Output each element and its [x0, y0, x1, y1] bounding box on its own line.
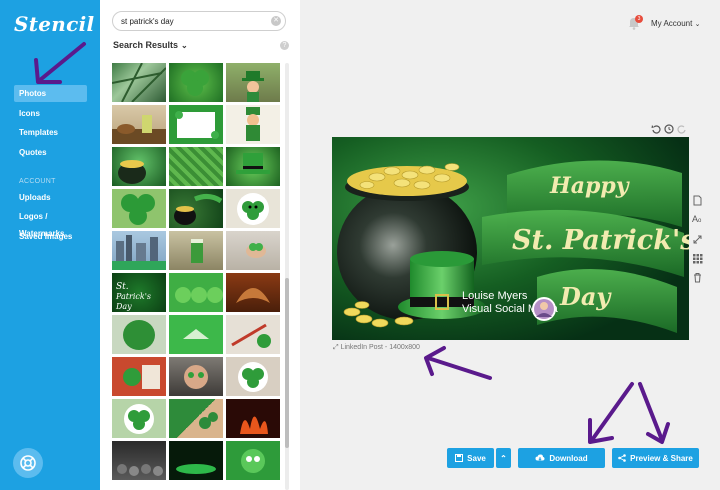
- cloud-download-icon: [535, 454, 545, 461]
- text-icon[interactable]: Ao: [692, 214, 703, 225]
- clear-search-icon[interactable]: ✕: [271, 16, 281, 26]
- share-icon: [618, 454, 626, 462]
- thumbnail[interactable]: [169, 273, 223, 312]
- sidebar: Stencil Photos Icons Templates Quotes AC…: [0, 0, 100, 490]
- thumbnail[interactable]: [112, 357, 166, 396]
- svg-text:Day: Day: [115, 302, 132, 311]
- thumbnail[interactable]: [169, 105, 223, 144]
- thumbnail[interactable]: [226, 273, 280, 312]
- thumbnail[interactable]: [226, 147, 280, 186]
- save-button[interactable]: Save: [447, 448, 494, 468]
- download-label: Download: [549, 453, 588, 463]
- sidebar-item-saved-images[interactable]: Saved Images: [14, 228, 87, 245]
- thumbnail[interactable]: [112, 63, 166, 102]
- scrollbar-thumb[interactable]: [285, 278, 289, 448]
- chevron-up-icon: ⌃: [500, 453, 507, 463]
- trash-icon[interactable]: [692, 272, 703, 283]
- thumbnail[interactable]: [112, 105, 166, 144]
- lifebuoy-icon: [20, 455, 36, 471]
- annotation-arrow-download: [590, 382, 634, 442]
- my-account-menu[interactable]: My Account ⌄: [651, 19, 700, 28]
- undo-icon[interactable]: [651, 124, 661, 134]
- floppy-disk-icon: [455, 454, 464, 462]
- thumbnail[interactable]: [226, 189, 280, 228]
- annotation-arrow-size: [426, 356, 492, 380]
- sidebar-item-logos[interactable]: Logos / Watermarks: [14, 208, 87, 238]
- redo-icon[interactable]: [677, 124, 687, 134]
- notification-badge: 3: [635, 15, 643, 23]
- canvas-size-label[interactable]: ⤢ LinkedIn Post - 1400x800: [333, 344, 420, 352]
- sidebar-item-quotes[interactable]: Quotes: [14, 144, 87, 161]
- help-question-icon[interactable]: ?: [280, 41, 289, 50]
- design-canvas[interactable]: Happy St. Patrick's Day Louise Myers Vis…: [332, 137, 689, 340]
- thumbnail[interactable]: [226, 399, 280, 438]
- thumbnail[interactable]: [112, 441, 166, 480]
- search-box: ✕: [112, 11, 286, 31]
- thumbnail[interactable]: [226, 231, 280, 270]
- thumbnail[interactable]: [169, 189, 223, 228]
- sidebar-item-uploads[interactable]: Uploads: [14, 189, 87, 206]
- svg-text:Patrick's: Patrick's: [115, 292, 151, 301]
- thumbnail-grid: St. Patrick's Day: [112, 63, 284, 490]
- my-account-label: My Account: [651, 19, 693, 28]
- page-icon[interactable]: [692, 195, 703, 206]
- resize-icon: ⤢: [333, 344, 339, 351]
- search-panel: ✕ Search Results⌄ ?: [100, 0, 300, 490]
- history-icon[interactable]: [664, 124, 674, 134]
- grid-icon[interactable]: [692, 253, 703, 264]
- search-input[interactable]: [121, 16, 271, 27]
- author-name: Louise Myers: [462, 290, 528, 302]
- thumbnail[interactable]: [226, 357, 280, 396]
- thumbnail[interactable]: [169, 357, 223, 396]
- thumbnail[interactable]: St. Patrick's Day: [112, 273, 166, 312]
- thumbnail[interactable]: [169, 441, 223, 480]
- thumbnail[interactable]: [226, 105, 280, 144]
- expand-icon[interactable]: [692, 234, 703, 245]
- thumbnail[interactable]: [226, 63, 280, 102]
- sidebar-item-photos[interactable]: Photos: [14, 85, 87, 102]
- download-button[interactable]: Download: [518, 448, 605, 468]
- canvas-size-text: LinkedIn Post - 1400x800: [340, 344, 420, 351]
- search-results-label: Search Results: [113, 40, 179, 50]
- save-label: Save: [467, 453, 486, 463]
- thumbnail[interactable]: [169, 147, 223, 186]
- thumbnail-scrollbar[interactable]: [285, 63, 289, 490]
- account-section-label: ACCOUNT: [19, 178, 56, 185]
- thumbnail[interactable]: [226, 441, 280, 480]
- annotation-arrow-preview: [638, 382, 664, 442]
- thumbnail[interactable]: [112, 231, 166, 270]
- preview-share-label: Preview & Share: [630, 453, 693, 463]
- svg-text:St.: St.: [116, 282, 129, 292]
- thumbnail[interactable]: [112, 315, 166, 354]
- thumbnail[interactable]: [169, 399, 223, 438]
- thumbnail[interactable]: [169, 231, 223, 270]
- preview-share-button[interactable]: Preview & Share: [612, 448, 699, 468]
- banner-text-happy: Happy: [549, 173, 631, 199]
- thumbnail[interactable]: [169, 63, 223, 102]
- thumbnail[interactable]: [112, 399, 166, 438]
- banner-text-day: Day: [559, 282, 612, 311]
- chevron-down-icon: ⌄: [694, 21, 701, 28]
- banner-text-st-patricks: St. Patrick's: [512, 225, 689, 256]
- app-logo[interactable]: Stencil: [14, 12, 94, 36]
- thumbnail[interactable]: [169, 315, 223, 354]
- thumbnail[interactable]: [226, 315, 280, 354]
- sidebar-item-icons[interactable]: Icons: [14, 105, 87, 122]
- save-options-button[interactable]: ⌃: [496, 448, 511, 468]
- help-button[interactable]: [13, 448, 43, 478]
- thumbnail[interactable]: [112, 147, 166, 186]
- chevron-down-icon: ⌄: [181, 41, 188, 50]
- search-results-dropdown[interactable]: Search Results ⌄: [113, 40, 188, 50]
- thumbnail[interactable]: [112, 189, 166, 228]
- sidebar-item-templates[interactable]: Templates: [14, 124, 87, 141]
